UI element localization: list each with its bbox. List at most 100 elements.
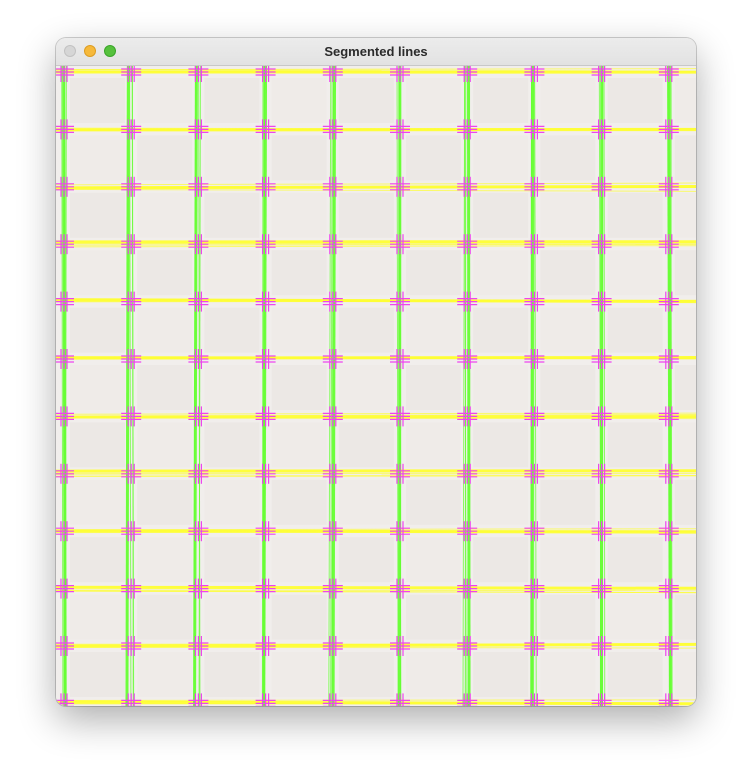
paper-cell (406, 135, 461, 181)
paper-cell (338, 307, 394, 353)
paper-cell (137, 307, 193, 353)
paper-cell (271, 307, 327, 353)
paper-cell (204, 135, 260, 181)
paper-cell (137, 652, 193, 697)
paper-cell (406, 594, 461, 640)
window-title: Segmented lines (324, 44, 428, 59)
vertical-line-segment (467, 66, 471, 706)
paper-cell (473, 422, 529, 468)
paper-cell (271, 78, 327, 123)
paper-cell (271, 192, 327, 238)
vertical-line-segment (125, 66, 130, 706)
minimize-button[interactable] (84, 45, 96, 57)
paper-cell (674, 307, 696, 353)
paper-cell (406, 537, 461, 583)
close-button[interactable] (64, 45, 76, 57)
paper-cell (271, 250, 327, 296)
paper-cell (540, 135, 596, 181)
paper-cell (137, 135, 193, 181)
paper-cell (406, 479, 461, 525)
paper-cell (674, 479, 696, 525)
paper-cell (338, 422, 394, 468)
paper-cell (473, 307, 529, 353)
paper-cell (70, 652, 125, 697)
paper-cell (204, 537, 260, 583)
paper-cell (540, 250, 596, 296)
paper-cell (674, 594, 696, 640)
paper-cell (271, 422, 327, 468)
paper-cell (540, 537, 596, 583)
paper-cell (540, 594, 596, 640)
zoom-button[interactable] (104, 45, 116, 57)
paper-cell (540, 192, 596, 238)
paper-cell (406, 422, 461, 468)
paper-cell (674, 250, 696, 296)
paper-cell (70, 479, 125, 525)
vertical-line-segment (603, 66, 606, 706)
paper-cell (607, 422, 663, 468)
paper-cell (607, 192, 663, 238)
paper-cell (473, 250, 529, 296)
paper-cell (338, 365, 394, 410)
paper-cell (473, 479, 529, 525)
paper-cell (406, 78, 461, 123)
app-window: Segmented lines (56, 38, 696, 706)
paper-cell (473, 135, 529, 181)
paper-cell (70, 537, 125, 583)
paper-cell (137, 365, 193, 410)
paper-cell (271, 365, 327, 410)
paper-cell (406, 652, 461, 697)
paper-cell (540, 365, 596, 410)
title-bar[interactable]: Segmented lines (56, 38, 696, 66)
paper-cell (137, 537, 193, 583)
paper-cell (473, 537, 529, 583)
paper-cell (204, 422, 260, 468)
paper-cell (607, 307, 663, 353)
paper-cell (70, 192, 125, 238)
paper-cell (271, 652, 327, 697)
paper-cell (540, 78, 596, 123)
paper-cell (70, 135, 125, 181)
paper-cell (473, 594, 529, 640)
paper-cell (540, 652, 596, 697)
paper-cell (607, 365, 663, 410)
paper-cell (271, 135, 327, 181)
paper-cell (674, 135, 696, 181)
paper-cell (540, 479, 596, 525)
paper-cell (607, 250, 663, 296)
paper-cell (338, 479, 394, 525)
paper-cell (137, 250, 193, 296)
paper-cell (607, 135, 663, 181)
paper-cell (204, 594, 260, 640)
paper-cell (70, 307, 125, 353)
paper-cell (137, 78, 193, 123)
paper-cell (607, 594, 663, 640)
paper-cell (473, 192, 529, 238)
paper-cell (540, 422, 596, 468)
paper-cell (406, 365, 461, 410)
paper-cell (674, 537, 696, 583)
paper-cell (473, 78, 529, 123)
paper-cell (674, 192, 696, 238)
paper-cell (473, 365, 529, 410)
paper-cell (137, 192, 193, 238)
paper-cell (338, 135, 394, 181)
paper-cell (540, 307, 596, 353)
paper-cell (137, 594, 193, 640)
paper-cell (338, 78, 394, 123)
paper-cell (338, 652, 394, 697)
paper-cell (674, 422, 696, 468)
paper-cell (70, 365, 125, 410)
paper-cell (406, 250, 461, 296)
paper-cell (271, 479, 327, 525)
paper-cell (204, 307, 260, 353)
paper-cell (204, 78, 260, 123)
paper-cell (607, 479, 663, 525)
paper-cell (607, 652, 663, 697)
paper-cell (204, 652, 260, 697)
paper-cell (674, 365, 696, 410)
paper-cell (70, 422, 125, 468)
paper-cell (338, 537, 394, 583)
paper-cell (473, 652, 529, 697)
paper-cell (70, 78, 125, 123)
